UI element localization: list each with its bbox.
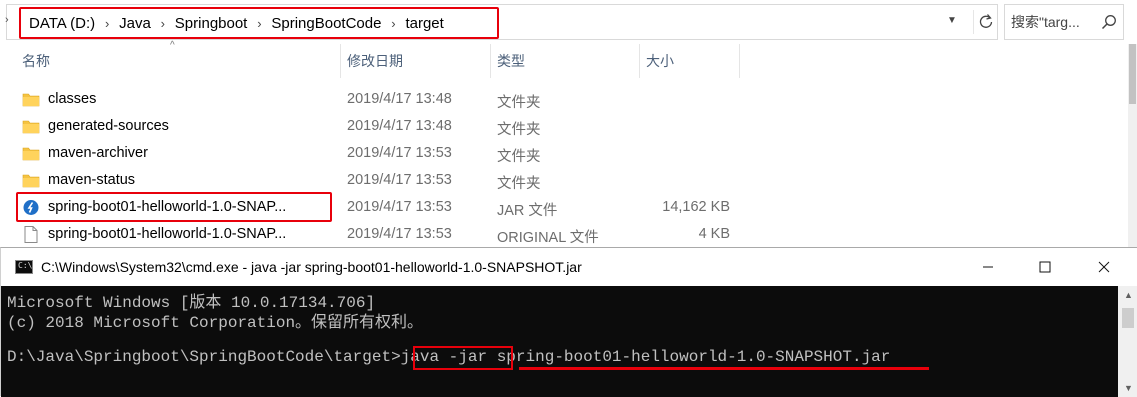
file-row-jar[interactable]: spring-boot01-helloworld-1.0-SNAP... 201… xyxy=(15,192,1130,222)
file-date: 2019/4/17 13:53 xyxy=(347,172,452,188)
file-row[interactable]: classes 2019/4/17 13:48 文件夹 xyxy=(15,86,1130,113)
file-type: JAR 文件 xyxy=(497,203,558,219)
file-name[interactable]: generated-sources xyxy=(48,118,169,134)
breadcrumb-drive[interactable]: DATA (D:) xyxy=(29,15,95,32)
file-explorer: › DATA (D:) › Java › Springboot › Spring… xyxy=(0,0,1137,250)
chevron-right-icon[interactable]: › xyxy=(5,14,15,26)
file-type: 文件夹 xyxy=(497,95,541,111)
close-button[interactable] xyxy=(1081,248,1127,286)
chevron-right-icon[interactable]: › xyxy=(95,16,119,31)
column-header-name[interactable]: 名称 xyxy=(15,44,340,78)
cmd-title: C:\Windows\System32\cmd.exe - java -jar … xyxy=(41,259,582,275)
file-name[interactable]: classes xyxy=(48,91,96,107)
explorer-scrollbar[interactable] xyxy=(1128,44,1137,250)
console-output[interactable]: Microsoft Windows [版本 10.0.17134.706] (c… xyxy=(1,286,1137,397)
file-date: 2019/4/17 13:48 xyxy=(347,118,452,134)
file-type: 文件夹 xyxy=(497,176,541,192)
breadcrumb-target[interactable]: target xyxy=(405,15,443,32)
command-argument: spring-boot01-helloworld-1.0-SNAPSHOT.ja… xyxy=(496,348,891,366)
column-divider[interactable] xyxy=(739,44,740,78)
file-date: 2019/4/17 13:48 xyxy=(347,91,452,107)
chevron-right-icon[interactable]: › xyxy=(381,16,405,31)
console-line: (c) 2018 Microsoft Corporation。保留所有权利。 xyxy=(7,314,424,332)
breadcrumb-java[interactable]: Java xyxy=(119,15,151,32)
breadcrumb-springboot[interactable]: Springboot xyxy=(175,15,248,32)
scroll-up-icon[interactable]: ▲ xyxy=(1124,290,1133,300)
chevron-right-icon[interactable]: › xyxy=(247,16,271,31)
chevron-down-icon[interactable]: ▼ xyxy=(947,15,957,26)
cmd-titlebar[interactable]: C:\ C:\Windows\System32\cmd.exe - java -… xyxy=(1,248,1137,286)
file-size: 4 KB xyxy=(698,226,730,242)
column-header-type[interactable]: 类型 xyxy=(490,44,640,78)
file-type: 文件夹 xyxy=(497,149,541,165)
breadcrumb[interactable]: DATA (D:) › Java › Springboot › SpringBo… xyxy=(19,7,499,39)
refresh-icon xyxy=(979,14,993,28)
minimize-button[interactable] xyxy=(965,248,1011,286)
file-row[interactable]: spring-boot01-helloworld-1.0-SNAP... 201… xyxy=(15,221,1130,248)
file-name[interactable]: spring-boot01-helloworld-1.0-SNAP... xyxy=(48,226,286,242)
file-date: 2019/4/17 13:53 xyxy=(347,199,452,215)
scroll-down-icon[interactable]: ▼ xyxy=(1124,383,1133,393)
address-bar[interactable]: › DATA (D:) › Java › Springboot › Spring… xyxy=(5,4,998,40)
search-box[interactable] xyxy=(1004,4,1124,40)
close-icon xyxy=(1098,261,1110,273)
scrollbar-thumb[interactable] xyxy=(1129,44,1136,104)
folder-icon xyxy=(22,147,40,161)
maximize-icon xyxy=(1039,261,1051,273)
file-name[interactable]: maven-status xyxy=(48,172,135,188)
file-row[interactable]: generated-sources 2019/4/17 13:48 文件夹 xyxy=(15,113,1130,140)
breadcrumb-springbootcode[interactable]: SpringBootCode xyxy=(271,15,381,32)
file-date: 2019/4/17 13:53 xyxy=(347,145,452,161)
refresh-button[interactable] xyxy=(973,10,997,34)
file-date: 2019/4/17 13:53 xyxy=(347,226,452,242)
file-row[interactable]: maven-status 2019/4/17 13:53 文件夹 xyxy=(15,167,1130,194)
column-header-row: ^ 名称 修改日期 类型 大小 xyxy=(0,40,1137,78)
folder-icon xyxy=(22,93,40,107)
chevron-right-icon[interactable]: › xyxy=(151,16,175,31)
prompt-path: D:\Java\Springboot\SpringBootCode\target… xyxy=(7,348,401,366)
cmd-app-icon[interactable]: C:\ xyxy=(15,260,33,274)
file-name[interactable]: maven-archiver xyxy=(48,145,148,161)
highlight-underline xyxy=(519,367,929,370)
file-name[interactable]: spring-boot01-helloworld-1.0-SNAP... xyxy=(48,199,286,215)
folder-icon xyxy=(22,174,40,188)
file-size: 14,162 KB xyxy=(662,199,730,215)
folder-icon xyxy=(22,120,40,134)
search-icon[interactable] xyxy=(1101,14,1117,30)
minimize-icon xyxy=(983,266,993,268)
cmd-window: C:\ C:\Windows\System32\cmd.exe - java -… xyxy=(0,247,1137,397)
highlight-box xyxy=(413,346,513,370)
console-scrollbar[interactable]: ▲ ▼ xyxy=(1118,286,1137,397)
file-icon xyxy=(24,226,38,243)
maximize-button[interactable] xyxy=(1022,248,1068,286)
search-input[interactable] xyxy=(1005,5,1101,39)
file-type: 文件夹 xyxy=(497,122,541,138)
column-header-date[interactable]: 修改日期 xyxy=(340,44,490,78)
column-header-size[interactable]: 大小 xyxy=(639,44,739,78)
jar-icon xyxy=(23,200,39,215)
file-row[interactable]: maven-archiver 2019/4/17 13:53 文件夹 xyxy=(15,140,1130,167)
file-type: ORIGINAL 文件 xyxy=(497,230,599,246)
scrollbar-thumb[interactable] xyxy=(1122,308,1134,328)
